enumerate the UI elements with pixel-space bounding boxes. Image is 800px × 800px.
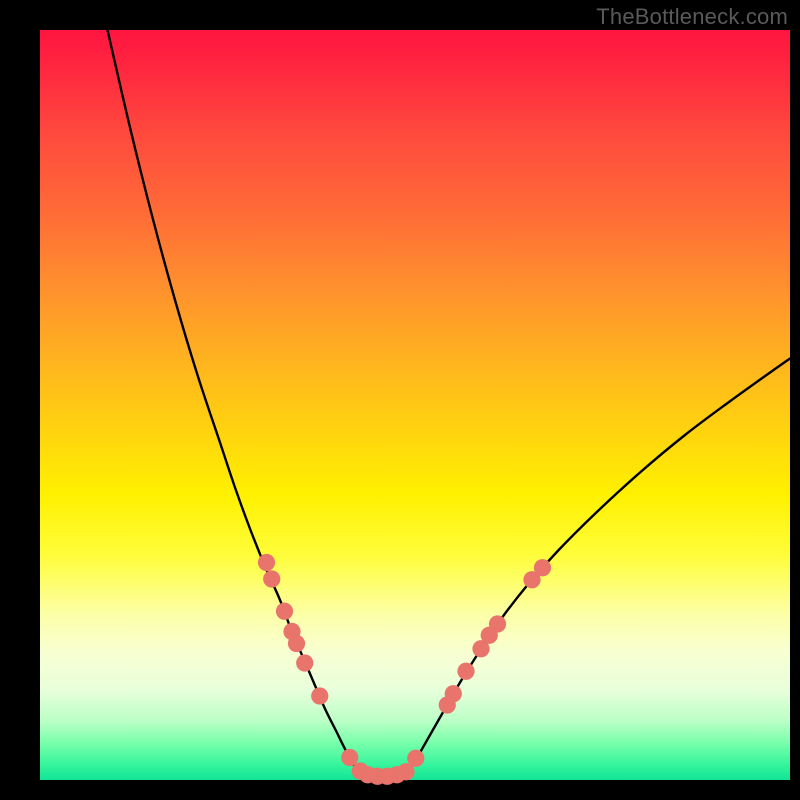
marker-dot — [489, 615, 506, 632]
marker-dot — [296, 654, 313, 671]
marker-dot — [407, 750, 424, 767]
watermark-text: TheBottleneck.com — [596, 4, 788, 30]
series-right-curve — [404, 359, 790, 781]
series-left-curve — [108, 30, 363, 780]
marker-dot — [258, 554, 275, 571]
marker-dot — [457, 663, 474, 680]
marker-dot — [263, 570, 280, 587]
marker-dot — [276, 603, 293, 620]
chart-stage: TheBottleneck.com — [0, 0, 800, 800]
chart-svg — [40, 30, 790, 780]
marker-dot — [445, 685, 462, 702]
marker-dot — [534, 559, 551, 576]
marker-dot — [311, 687, 328, 704]
plot-area — [40, 30, 790, 780]
marker-dot — [288, 635, 305, 652]
marker-dot — [341, 749, 358, 766]
